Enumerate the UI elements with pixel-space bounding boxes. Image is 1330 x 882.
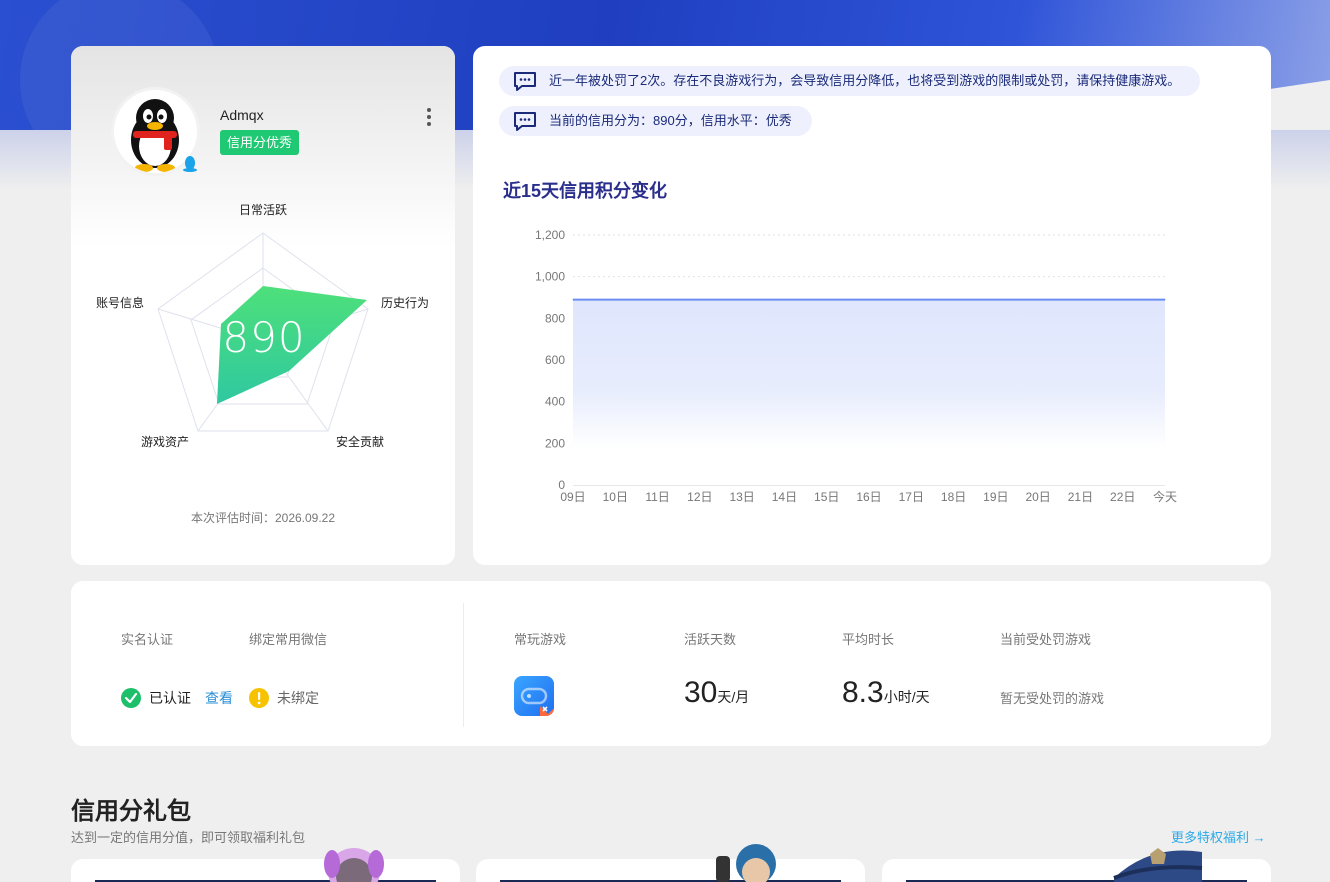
gift-card-2[interactable]: [476, 859, 865, 882]
realname-status: 已认证 查看: [121, 687, 233, 709]
chart-data-point: [953, 299, 955, 301]
more-options-icon[interactable]: [424, 108, 434, 130]
chart-data-point: [826, 299, 828, 301]
character-illustration: [324, 848, 384, 882]
chart-data-point: [1079, 299, 1081, 301]
chart-data-point: [572, 299, 574, 301]
avg-time-heading: 平均时长: [842, 632, 895, 647]
chart-data-point: [1122, 299, 1124, 301]
gift-card-1[interactable]: [71, 859, 460, 882]
x-tick-label: 17日: [899, 490, 924, 504]
active-days-heading: 活跃天数: [684, 632, 737, 647]
chart-data-point: [699, 299, 701, 301]
x-tick-label: 13日: [729, 490, 754, 504]
radar-label-history: 历史行为: [381, 296, 430, 310]
chart-data-point: [657, 299, 659, 301]
chart-data-point: [783, 299, 785, 301]
gift-section-title: 信用分礼包: [71, 798, 191, 825]
verified-text: 已认证: [149, 690, 191, 706]
x-tick-label: 11日: [645, 490, 669, 504]
credit-chart-card: 近一年被处罚了2次。存在不良游戏行为，会导致信用分降低，也将受到游戏的限制或处罚…: [473, 46, 1271, 565]
x-tick-label: 09日: [560, 490, 585, 504]
avg-time-unit: 小时/天: [883, 689, 930, 705]
chart-data-point: [995, 299, 997, 301]
unbound-text[interactable]: 未绑定: [277, 688, 319, 708]
chart-data-point: [741, 299, 743, 301]
wechat-status: 未绑定: [249, 687, 319, 709]
x-tick-label: 15日: [814, 490, 839, 504]
evaluation-time: 本次评估时间：2026.09.22: [190, 511, 336, 525]
game-icon[interactable]: [514, 676, 554, 716]
active-days-value: 30: [684, 676, 718, 709]
gift-card-3[interactable]: [882, 859, 1271, 882]
chart-data-point: [1164, 299, 1166, 301]
x-tick-label: 20日: [1025, 490, 1050, 504]
chart-data-point: [614, 299, 616, 301]
chart-data-point: [1037, 299, 1039, 301]
avg-time-value: 8.3: [842, 676, 884, 709]
info-divider: [463, 603, 464, 727]
username: Admqx: [220, 107, 264, 123]
account-info-card: 实名认证 绑定常用微信 已认证 查看 未绑定 常玩游戏 活跃天数 30天/月 平…: [71, 581, 1271, 746]
radar-label-account: 账号信息: [96, 296, 145, 310]
x-tick-label: 12日: [687, 490, 712, 504]
y-tick-label: 400: [545, 395, 565, 409]
y-tick-label: 200: [545, 436, 565, 450]
check-circle-icon: [121, 688, 141, 708]
qq-badge-icon: [183, 156, 197, 172]
warning-circle-icon: [249, 688, 269, 708]
x-tick-label: 18日: [941, 490, 966, 504]
police-cap-illustration: [1113, 848, 1203, 882]
penalty-games-value: 暂无受处罚的游戏: [1000, 691, 1105, 706]
gift-section-subtitle: 达到一定的信用分值，即可领取福利礼包: [71, 830, 306, 845]
radar-label-daily: 日常活跃: [239, 203, 288, 217]
y-tick-label: 600: [545, 353, 565, 367]
avg-time: 8.3小时/天: [842, 676, 930, 710]
x-tick-label: 16日: [856, 490, 881, 504]
radar-label-assets: 游戏资产: [141, 435, 190, 449]
active-days-unit: 天/月: [717, 689, 750, 705]
x-tick-label: 22日: [1110, 490, 1135, 504]
frequent-games-heading: 常玩游戏: [514, 632, 567, 647]
credit-line-chart: 02004006008001,0001,20009日 10日 11日 12日 13日 14…: [535, 228, 1177, 504]
chart-area-fill: [573, 299, 1165, 485]
penalty-games-heading: 当前受处罚游戏: [1000, 632, 1092, 647]
radar-label-security: 安全贡献: [336, 435, 385, 449]
active-days: 30天/月: [684, 676, 749, 710]
character-illustration: [716, 844, 776, 882]
wechat-heading: 绑定常用微信: [249, 632, 328, 647]
credit-score-value: 890: [222, 313, 306, 362]
credit-level-badge: 信用分优秀: [220, 130, 300, 155]
view-verification-link[interactable]: 查看: [205, 688, 233, 708]
y-tick-label: 800: [545, 311, 565, 325]
profile-card: Admqx 信用分优秀 日常活跃 历史行为 安全贡献 游戏资产 账号信息 890…: [71, 46, 455, 565]
realname-heading: 实名认证: [121, 632, 174, 647]
y-tick-label: 1,000: [535, 270, 565, 284]
y-tick-label: 1,200: [535, 228, 565, 242]
x-tick-label: 21日: [1068, 490, 1093, 504]
x-tick-label: 今天: [1153, 489, 1177, 504]
x-tick-label: 19日: [983, 490, 1008, 504]
x-tick-label: 14日: [772, 490, 797, 504]
x-tick-label: 10日: [603, 490, 628, 504]
chart-data-point: [910, 299, 912, 301]
chart-data-point: [868, 299, 870, 301]
